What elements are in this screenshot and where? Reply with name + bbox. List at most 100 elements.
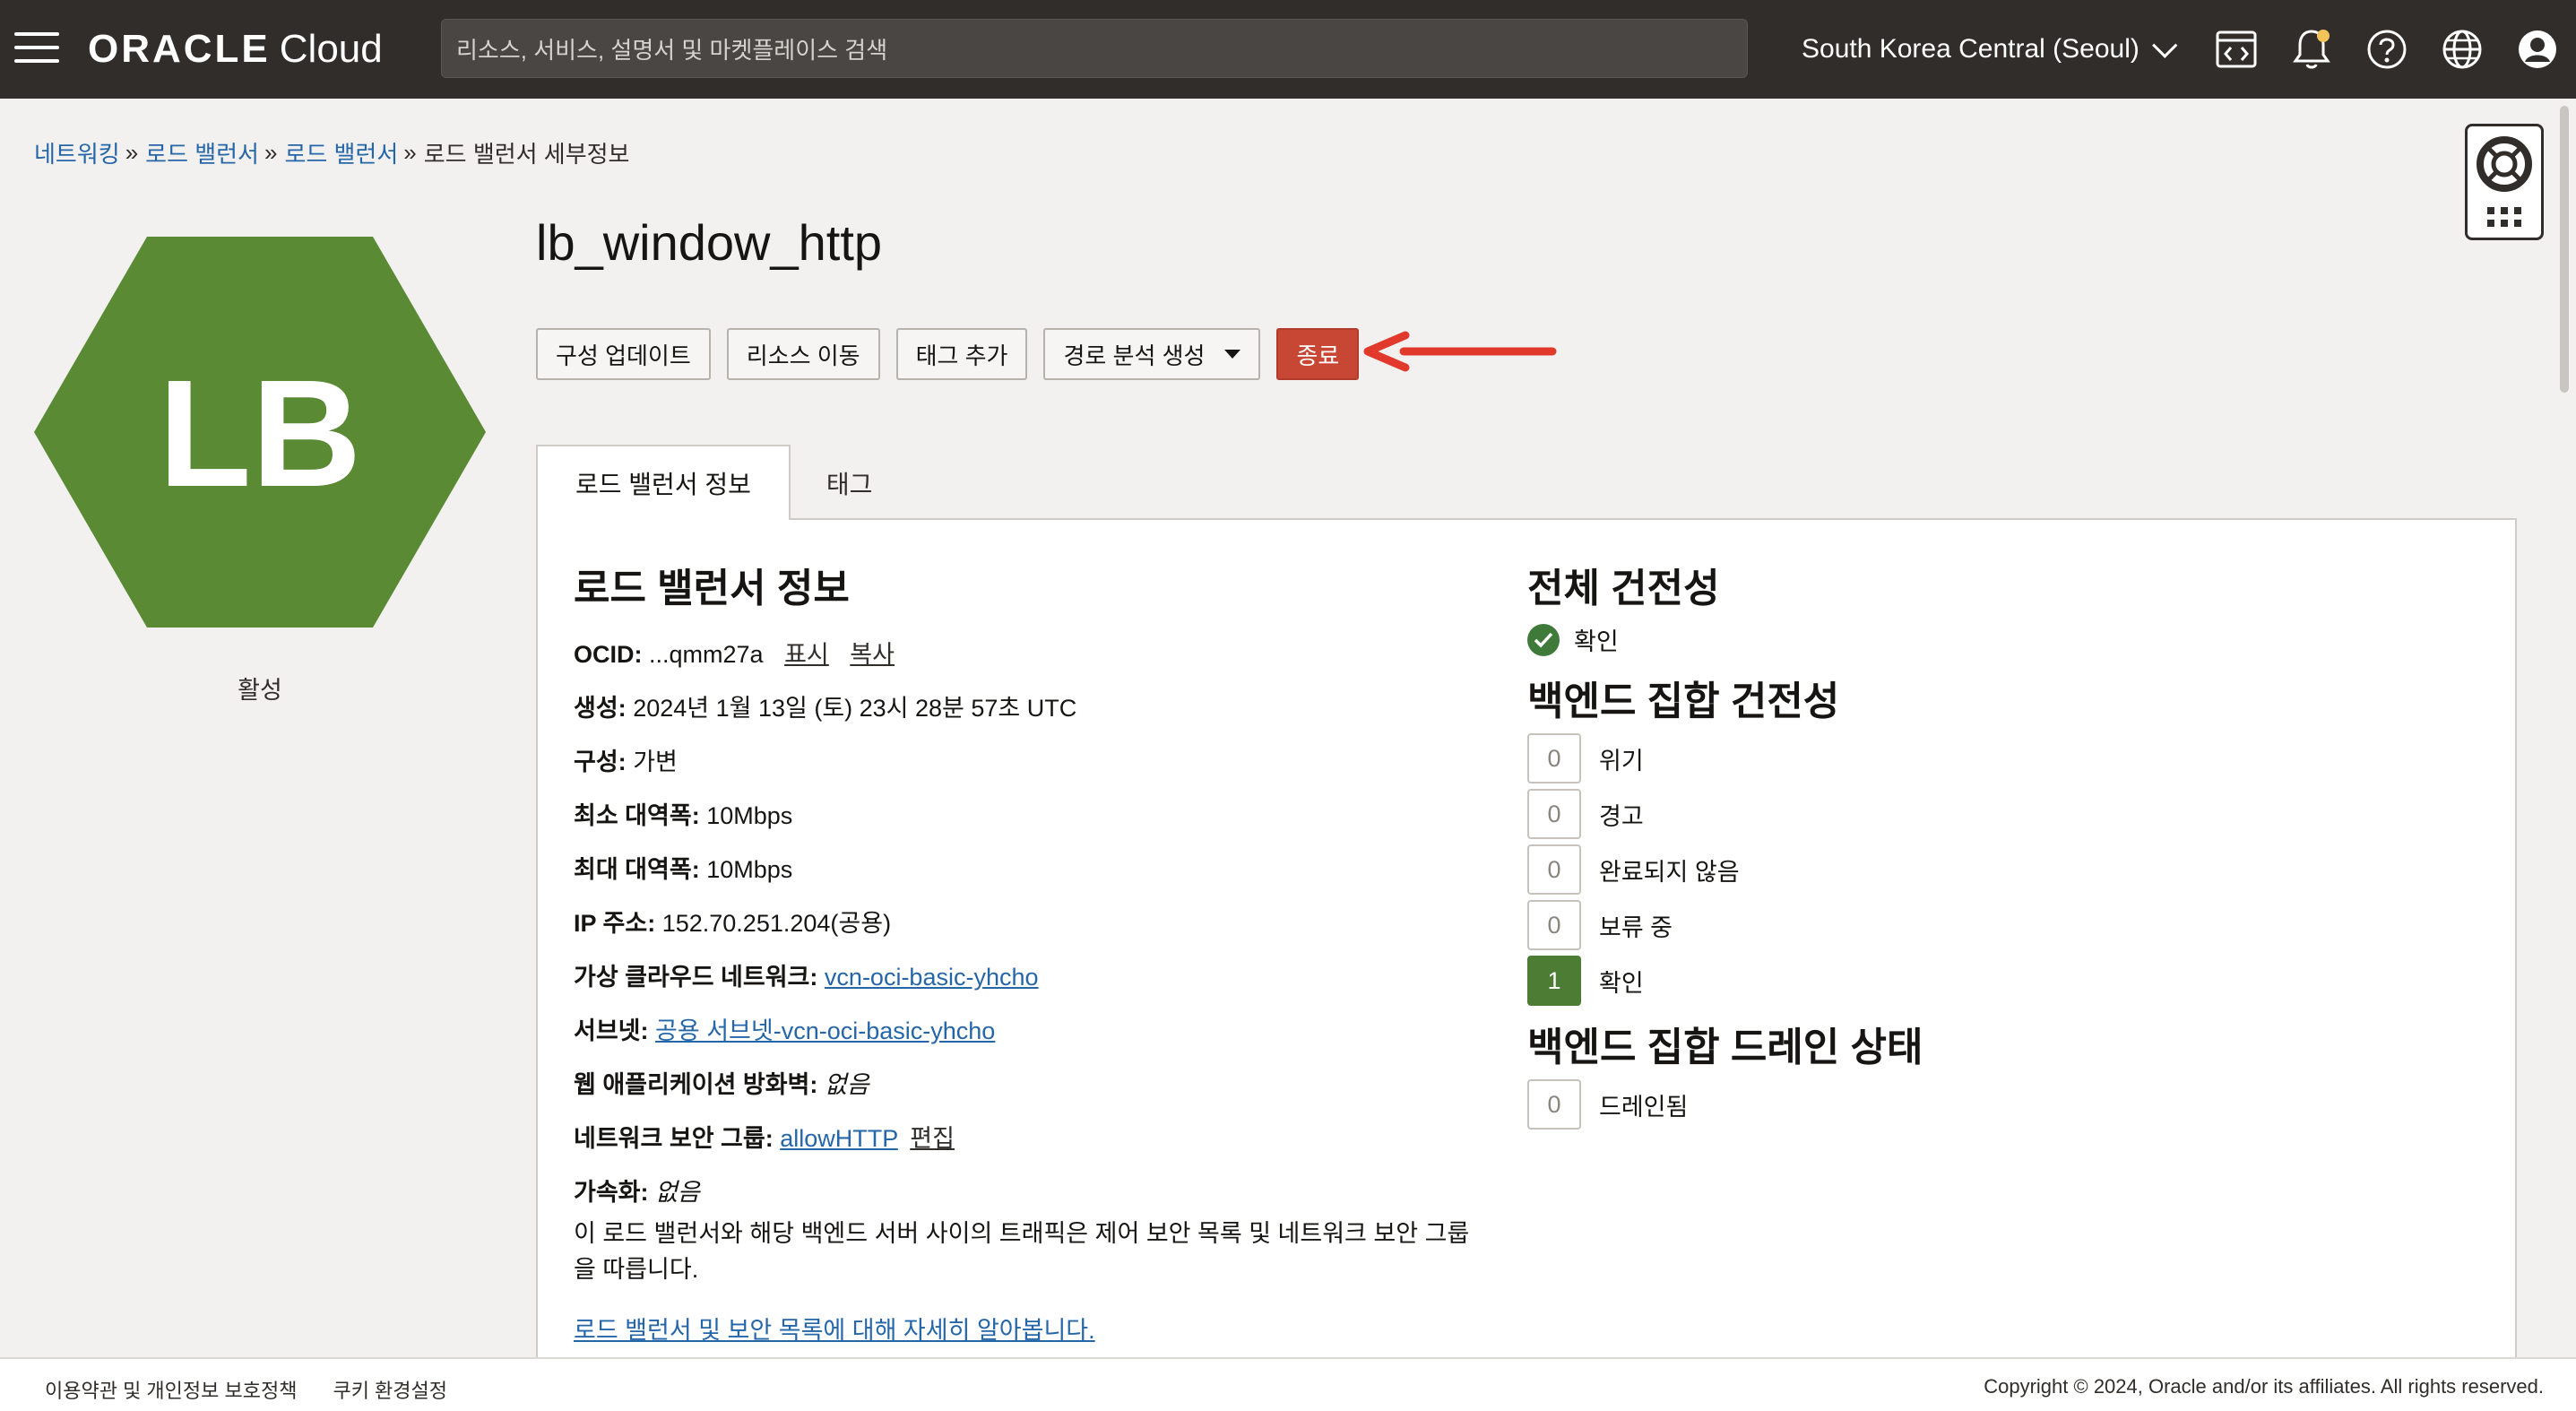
ocid-show-link[interactable]: 표시: [784, 641, 829, 668]
user-profile-icon[interactable]: [2513, 25, 2562, 74]
breadcrumb-networking[interactable]: 네트워킹: [34, 136, 120, 169]
nsg-link[interactable]: allowHTTP: [780, 1125, 898, 1152]
update-configuration-button[interactable]: 구성 업데이트: [536, 328, 711, 380]
count-badge: 0: [1527, 844, 1581, 895]
nsg-label: 네트워크 보안 그룹:: [574, 1125, 774, 1152]
resource-badge-hexagon: LB: [34, 237, 486, 628]
count-badge: 0: [1527, 789, 1581, 839]
nsg-row: 네트워크 보안 그룹: allowHTTP 편집: [574, 1119, 955, 1154]
search-input[interactable]: 리소스, 서비스, 설명서 및 마켓플레이스 검색: [441, 19, 1748, 78]
subnet-row: 서브넷: 공용 서브넷-vcn-oci-basic-yhcho: [574, 1011, 995, 1046]
overall-health-status: 확인: [1527, 622, 1619, 657]
backend-incomplete-row[interactable]: 0 완료되지 않음: [1527, 844, 1740, 895]
shape-row: 구성: 가변: [574, 742, 678, 777]
action-toolbar: 구성 업데이트 리소스 이동 태그 추가 경로 분석 생성 종료: [536, 328, 1360, 380]
check-circle-icon: [1527, 623, 1560, 656]
count-label: 위기: [1599, 747, 1644, 775]
cookie-preferences-link[interactable]: 쿠키 환경설정: [333, 1375, 447, 1404]
page-footer: 이용약관 및 개인정보 보호정책 쿠키 환경설정 Copyright © 202…: [0, 1357, 2576, 1411]
vcn-label: 가상 클라우드 네트워크:: [574, 964, 818, 991]
created-label: 생성:: [574, 695, 627, 722]
backend-critical-row[interactable]: 0 위기: [1527, 733, 1644, 783]
count-badge: 0: [1527, 733, 1581, 783]
overall-health-label: 확인: [1574, 628, 1619, 655]
caret-down-icon: [1224, 350, 1241, 359]
waf-row: 웹 애플리케이션 방화벽: 없음: [574, 1065, 869, 1100]
language-globe-icon[interactable]: [2438, 25, 2486, 74]
region-selector[interactable]: South Korea Central (Seoul): [1802, 27, 2178, 72]
acceleration-label: 가속화:: [574, 1179, 649, 1206]
ocid-row: OCID: ...qmm27a 표시 복사: [574, 635, 895, 670]
path-analysis-label: 경로 분석 생성: [1063, 342, 1206, 369]
ocid-copy-link[interactable]: 복사: [850, 641, 895, 668]
logo-oracle-text: ORACLE: [88, 27, 271, 71]
help-widget[interactable]: [2465, 124, 2544, 240]
max-bandwidth-label: 최대 대역폭:: [574, 856, 700, 883]
learn-more-link[interactable]: 로드 밸런서 및 보안 목록에 대해 자세히 알아봅니다.: [574, 1311, 1095, 1346]
info-section-heading: 로드 밸런서 정보: [574, 567, 850, 610]
breadcrumb-load-balancer[interactable]: 로드 밸런서: [145, 136, 259, 169]
min-bandwidth-row: 최소 대역폭: 10Mbps: [574, 796, 792, 831]
tab-tags[interactable]: 태그: [791, 446, 909, 520]
security-note: 이 로드 밸런서와 해당 백엔드 서버 사이의 트래픽은 제어 보안 목록 및 …: [574, 1220, 1470, 1283]
nsg-edit-link[interactable]: 편집: [910, 1125, 955, 1152]
subnet-label: 서브넷:: [574, 1017, 649, 1044]
waf-label: 웹 애플리케이션 방화벽:: [574, 1071, 818, 1098]
breadcrumb-separator: »: [264, 139, 278, 166]
terms-privacy-link[interactable]: 이용약관 및 개인정보 보호정책: [45, 1375, 297, 1404]
vcn-row: 가상 클라우드 네트워크: vcn-oci-basic-yhcho: [574, 957, 1039, 992]
breadcrumb-current: 로드 밸런서 세부정보: [423, 141, 630, 168]
oracle-cloud-logo[interactable]: ORACLE Cloud: [88, 25, 383, 74]
breadcrumb: 네트워킹» 로드 밸런서» 로드 밸런서» 로드 밸런서 세부정보: [34, 136, 629, 169]
count-badge: 0: [1527, 1079, 1581, 1130]
created-row: 생성: 2024년 1월 13일 (토) 23시 28분 57초 UTC: [574, 688, 1076, 723]
red-arrow-annotation-icon: [1363, 331, 1557, 372]
backend-ok-row[interactable]: 1 확인: [1527, 956, 1644, 1006]
min-bandwidth-value: 10Mbps: [706, 802, 793, 829]
created-value: 2024년 1월 13일 (토) 23시 28분 57초 UTC: [633, 695, 1077, 722]
count-label: 완료되지 않음: [1599, 858, 1740, 886]
overall-health-heading: 전체 건전성: [1527, 567, 1720, 610]
vcn-link[interactable]: vcn-oci-basic-yhcho: [825, 964, 1039, 991]
chevron-down-icon: [2151, 32, 2178, 58]
notifications-bell-icon[interactable]: [2287, 25, 2336, 74]
top-navigation-bar: ORACLE Cloud 리소스, 서비스, 설명서 및 마켓플레이스 검색 S…: [0, 0, 2576, 99]
breadcrumb-separator: »: [125, 139, 139, 166]
count-badge: 1: [1527, 956, 1581, 1006]
copyright-text: Copyright © 2024, Oracle and/or its affi…: [1984, 1375, 2544, 1398]
waf-value: 없음: [824, 1071, 869, 1098]
max-bandwidth-row: 최대 대역폭: 10Mbps: [574, 850, 792, 885]
ocid-value: ...qmm27a: [649, 641, 764, 668]
acceleration-row: 가속화: 없음: [574, 1173, 700, 1208]
breadcrumb-load-balancers[interactable]: 로드 밸런서: [284, 136, 398, 169]
badge-initials: LB: [159, 349, 362, 519]
backend-health-heading: 백엔드 집합 건전성: [1527, 680, 1840, 723]
backend-pending-row[interactable]: 0 보류 중: [1527, 900, 1673, 950]
subnet-link[interactable]: 공용 서브넷-vcn-oci-basic-yhcho: [655, 1017, 995, 1044]
move-resource-button[interactable]: 리소스 이동: [726, 328, 880, 380]
count-label: 확인: [1599, 969, 1644, 997]
count-label: 경고: [1599, 802, 1644, 830]
help-icon[interactable]: [2363, 25, 2411, 74]
count-label: 드레인됨: [1599, 1093, 1689, 1121]
tab-load-balancer-info[interactable]: 로드 밸런서 정보: [536, 445, 791, 520]
max-bandwidth-value: 10Mbps: [706, 856, 793, 883]
count-badge: 0: [1527, 900, 1581, 950]
backend-warning-row[interactable]: 0 경고: [1527, 789, 1644, 839]
terminate-button[interactable]: 종료: [1276, 328, 1360, 380]
shape-value: 가변: [633, 749, 678, 775]
count-label: 보류 중: [1599, 913, 1673, 941]
add-tag-button[interactable]: 태그 추가: [895, 328, 1028, 380]
page-title: lb_window_http: [536, 214, 883, 271]
search-placeholder: 리소스, 서비스, 설명서 및 마켓플레이스 검색: [456, 36, 888, 64]
page-scrollbar[interactable]: [2560, 106, 2569, 393]
drained-row[interactable]: 0 드레인됨: [1527, 1079, 1688, 1130]
acceleration-value: 없음: [655, 1179, 700, 1206]
ip-address-value: 152.70.251.204(공용): [661, 910, 892, 937]
region-label: South Korea Central (Seoul): [1802, 34, 2139, 64]
menu-icon[interactable]: [14, 32, 59, 65]
code-editor-icon[interactable]: [2212, 25, 2260, 74]
lifebuoy-icon: [2477, 136, 2532, 227]
ip-address-label: IP 주소:: [574, 910, 656, 937]
path-analysis-dropdown-button[interactable]: 경로 분석 생성: [1043, 328, 1261, 380]
